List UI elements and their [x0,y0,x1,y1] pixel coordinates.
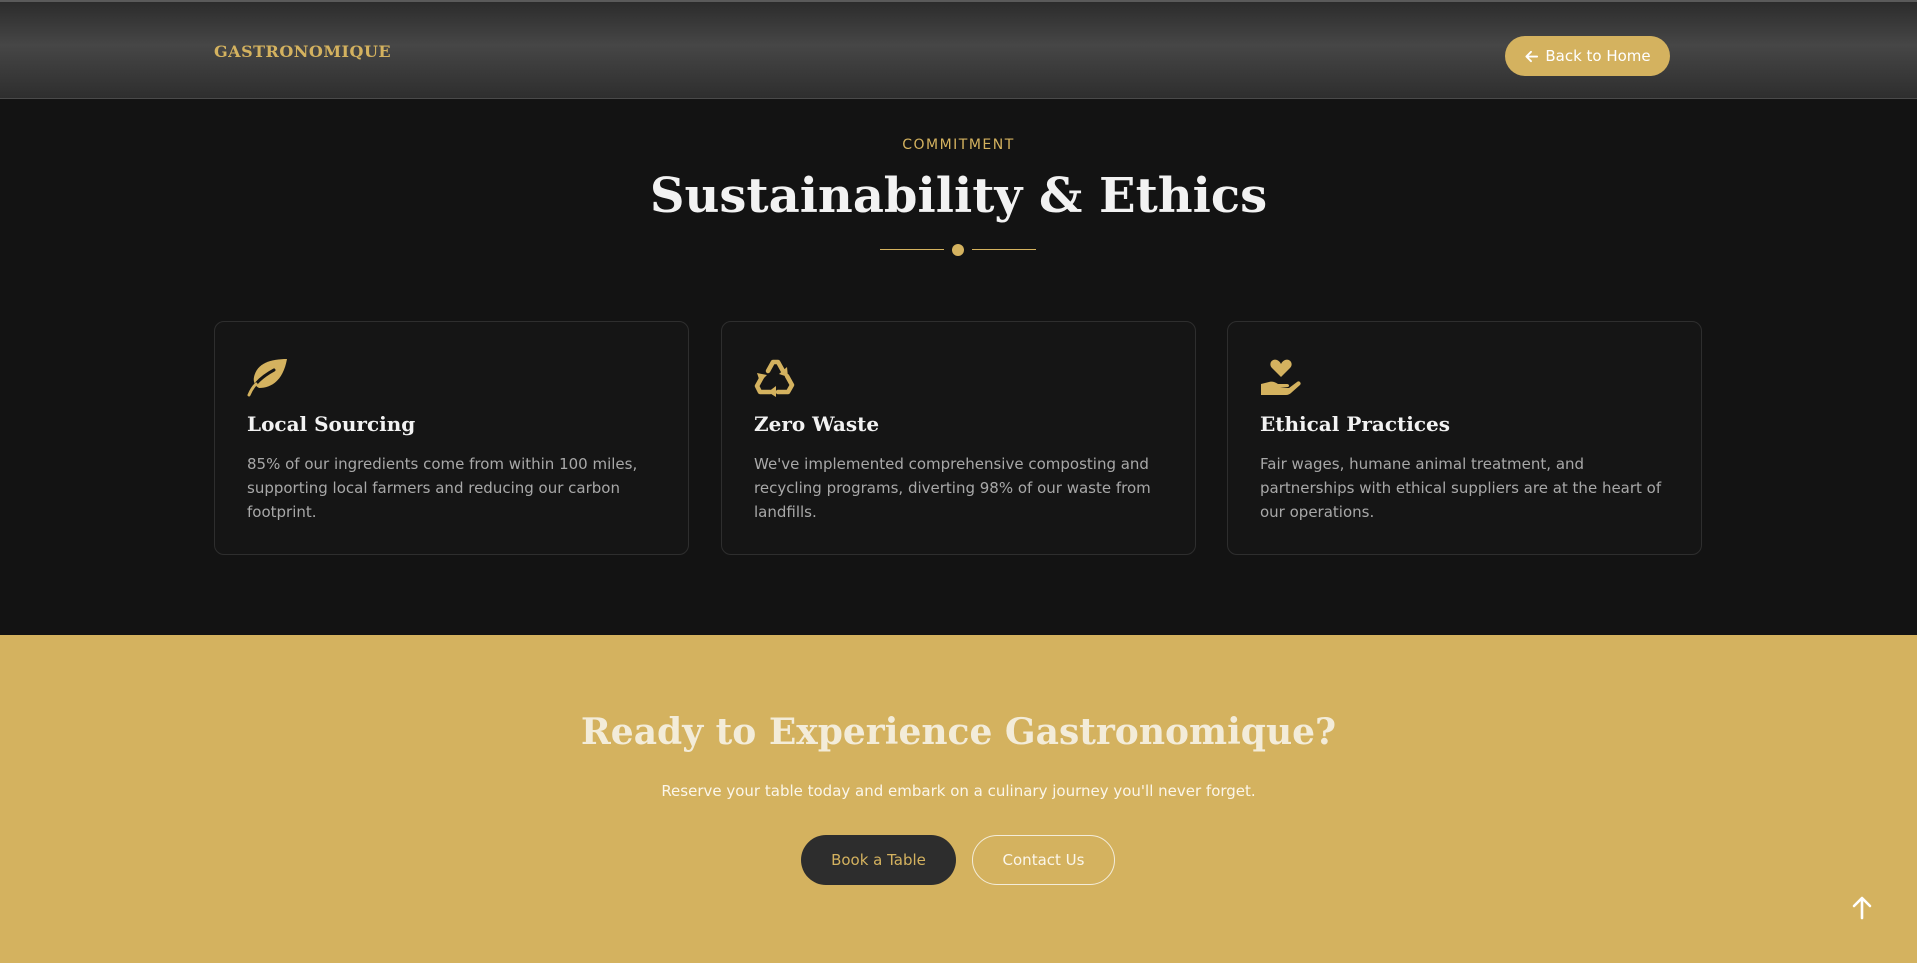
leaf-icon [247,359,287,397]
arrow-up-icon[interactable] [1850,895,1874,921]
arrow-left-icon [1525,50,1539,62]
section-eyebrow: COMMITMENT [902,137,1015,153]
card-zero-waste: Zero Waste We've implemented comprehensi… [721,321,1196,555]
divider-line-left [880,249,944,250]
card-title: Local Sourcing [247,412,416,436]
divider-dot [952,244,964,256]
card-description: Fair wages, humane animal treatment, and… [1260,455,1662,521]
section-title: Sustainability & Ethics [649,168,1268,224]
recycle-icon [754,359,795,397]
card-local-sourcing: Local Sourcing 85% of our ingredients co… [214,321,689,555]
card-title: Ethical Practices [1260,412,1451,436]
reservation-cta-section: Ready to Experience Gastronomique? Reser… [0,635,1917,963]
back-to-home-label: Back to Home [1545,47,1651,65]
back-to-home-button[interactable]: Back to Home [1505,36,1670,76]
book-a-table-button[interactable]: Book a Table [801,835,956,885]
card-ethical-practices: Ethical Practices Fair wages, humane ani… [1227,321,1702,555]
site-logo[interactable]: GASTRONOMIQUE [214,42,391,61]
divider-line-right [972,249,1036,250]
hand-holding-heart-icon [1261,359,1301,395]
top-navigation-bar: GASTRONOMIQUE Back to Home [0,0,1917,99]
card-title: Zero Waste [754,412,880,436]
contact-us-button[interactable]: Contact Us [972,835,1115,885]
card-description: 85% of our ingredients come from within … [247,455,638,521]
cta-subtitle: Reserve your table today and embark on a… [661,782,1256,800]
section-divider [880,244,1036,256]
card-description: We've implemented comprehensive composti… [754,455,1151,521]
cta-title: Ready to Experience Gastronomique? [580,711,1337,753]
